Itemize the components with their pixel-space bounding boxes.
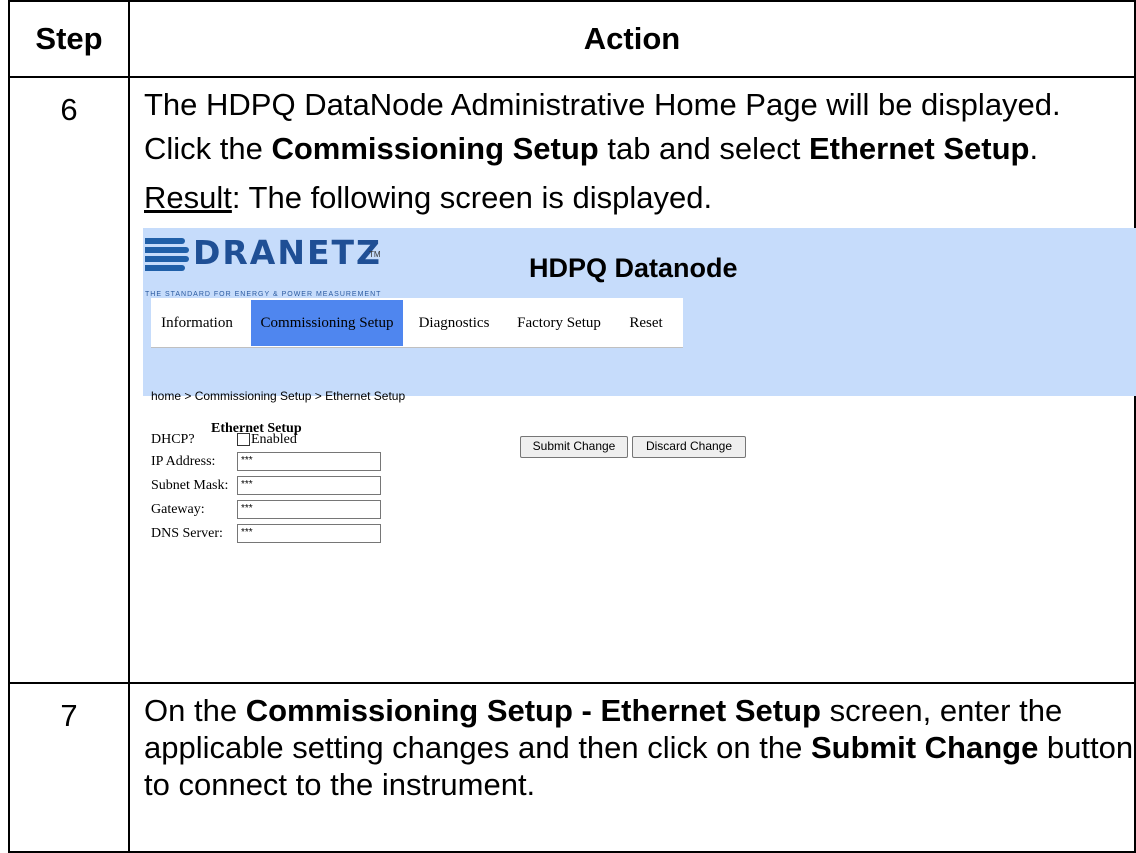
action-cell: On the Commissioning Setup - Ethernet Se… [128, 682, 1136, 853]
result-text: Result: The following screen is displaye… [144, 179, 1134, 216]
tab-reset[interactable]: Reset [619, 300, 673, 346]
step-number: 7 [8, 682, 130, 853]
dranetz-logo: DRANETZ TM THE STANDARD FOR ENERGY & POW… [145, 233, 415, 298]
result-label: Result [144, 180, 232, 215]
discard-change-button[interactable]: Discard Change [632, 436, 746, 458]
gateway-field[interactable]: *** [237, 500, 381, 519]
text-fragment: : The following screen is displayed. [231, 180, 713, 215]
table-row: 6 The HDPQ DataNode Administrative Home … [8, 76, 1136, 684]
bold-term: Commissioning Setup - Ethernet Setup [245, 693, 821, 728]
ip-address-label: IP Address: [151, 454, 216, 469]
dhcp-enabled-checkbox[interactable] [237, 433, 250, 446]
bold-term: Commissioning Setup [271, 131, 599, 166]
embedded-screenshot: DRANETZ TM THE STANDARD FOR ENERGY & POW… [143, 228, 1136, 612]
header-action: Action [128, 0, 1136, 78]
bold-term: Ethernet Setup [808, 131, 1030, 166]
step-number: 6 [8, 76, 130, 684]
submit-change-button[interactable]: Submit Change [520, 436, 628, 458]
table-row: 7 On the Commissioning Setup - Ethernet … [8, 682, 1136, 853]
table-header-row: Step Action [8, 0, 1136, 78]
text-fragment: Click the [144, 131, 272, 166]
logo-trademark: TM [369, 250, 381, 259]
tab-information[interactable]: Information [151, 300, 243, 346]
text-fragment: tab and select [598, 131, 809, 166]
dhcp-enabled-label: Enabled [251, 432, 297, 447]
header-step: Step [8, 0, 130, 78]
text-fragment: On the [144, 693, 246, 728]
procedure-table: Step Action 6 The HDPQ DataNode Administ… [8, 0, 1136, 853]
gateway-label: Gateway: [151, 502, 205, 517]
instruction-text: On the Commissioning Setup - Ethernet Se… [144, 692, 1134, 803]
dns-server-label: DNS Server: [151, 526, 223, 541]
subnet-mask-field[interactable]: *** [237, 476, 381, 495]
tab-commissioning-setup[interactable]: Commissioning Setup [251, 300, 403, 346]
header-banner: DRANETZ TM THE STANDARD FOR ENERGY & POW… [143, 228, 1136, 403]
app-title: HDPQ Datanode [529, 253, 738, 283]
tab-bar: Information Commissioning Setup Diagnost… [151, 298, 683, 348]
instruction-text: The HDPQ DataNode Administrative Home Pa… [144, 87, 1061, 122]
dhcp-label: DHCP? [151, 432, 195, 447]
logo-wordmark: DRANETZ [193, 233, 382, 272]
instruction-text: Click the Commissioning Setup tab and se… [144, 130, 1134, 167]
text-fragment: . [1029, 131, 1039, 166]
action-cell: The HDPQ DataNode Administrative Home Pa… [128, 76, 1136, 684]
subnet-mask-label: Subnet Mask: [151, 478, 229, 493]
tab-factory-setup[interactable]: Factory Setup [503, 300, 615, 346]
bold-term: Submit Change [810, 730, 1039, 765]
tab-diagnostics[interactable]: Diagnostics [409, 300, 499, 346]
logo-stripes-icon [145, 238, 189, 274]
dns-server-field[interactable]: *** [237, 524, 381, 543]
ip-address-field[interactable]: *** [237, 452, 381, 471]
